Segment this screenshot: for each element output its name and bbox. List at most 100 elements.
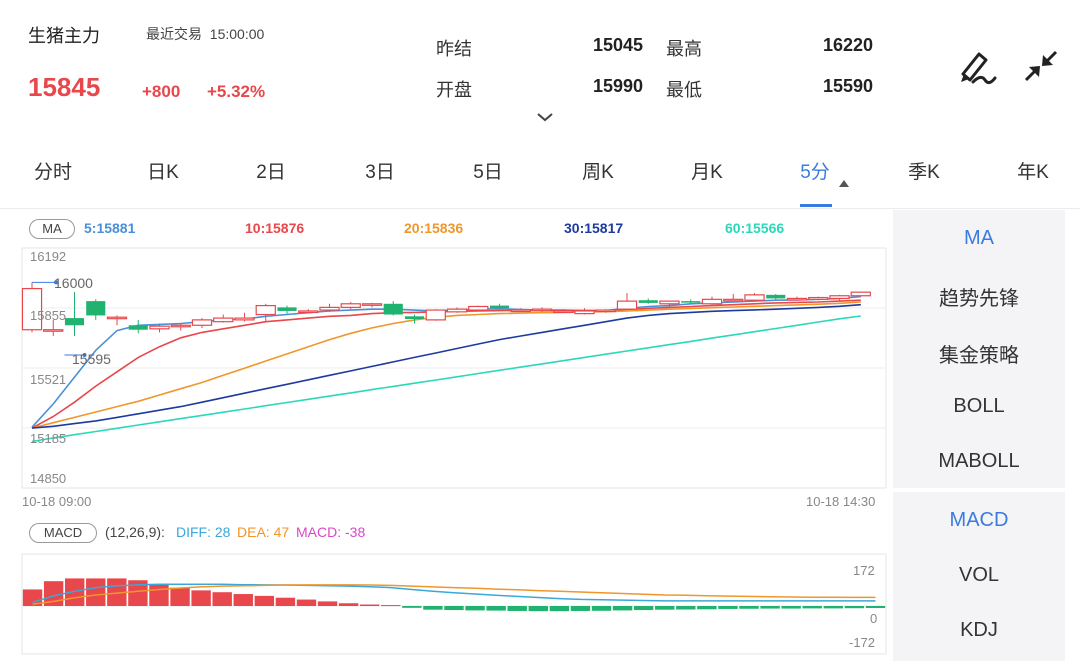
candle-body-up bbox=[723, 298, 744, 302]
macd-bar-positive bbox=[296, 599, 317, 606]
y-tick-15521: 15521 bbox=[30, 372, 67, 387]
kline-chart[interactable] bbox=[0, 240, 892, 515]
ma20-value: 20:15836 bbox=[404, 220, 464, 236]
candle-body-up bbox=[446, 308, 468, 313]
low-mark-label: 15595 bbox=[72, 351, 111, 367]
candle-body-down bbox=[277, 307, 297, 311]
candle-body-up bbox=[361, 303, 383, 306]
candle-body-up bbox=[701, 298, 723, 305]
tab-3day[interactable]: 3日 bbox=[330, 158, 430, 192]
candle-body-up bbox=[319, 306, 340, 311]
candle-body-up bbox=[43, 329, 64, 332]
candle-body-up bbox=[468, 305, 489, 311]
high-mark-label: 16000 bbox=[54, 275, 93, 291]
side-item-fund-strategy[interactable]: 集金策略 bbox=[893, 339, 1065, 368]
recent-trade-label: 最近交易 15:00:00 bbox=[146, 24, 264, 44]
ma-line-ma20 bbox=[31, 301, 861, 429]
tab-5min[interactable]: 5分 bbox=[765, 158, 865, 192]
macd-bar-negative bbox=[739, 606, 759, 609]
prev-settle-value: 15045 bbox=[592, 35, 643, 55]
macd-bar-negative bbox=[718, 606, 738, 609]
macd-indicator-pill[interactable]: MACD bbox=[29, 523, 97, 543]
y-tick-14850: 14850 bbox=[30, 471, 67, 486]
macd-bar-positive bbox=[275, 597, 296, 606]
tab-day-k[interactable]: 日K bbox=[113, 158, 213, 192]
side-item-boll[interactable]: BOLL bbox=[893, 395, 1065, 418]
macd-tick-neg172: -172 bbox=[849, 635, 876, 650]
candle-body-up bbox=[234, 317, 255, 321]
macd-bar-positive bbox=[191, 590, 211, 606]
low-value: 15590 bbox=[822, 76, 873, 96]
side-item-trend-pioneer[interactable]: 趋势先锋 bbox=[893, 282, 1065, 311]
last-price: 15845 bbox=[28, 72, 101, 102]
candle-body-down bbox=[638, 300, 658, 303]
candle-body-down bbox=[64, 318, 85, 326]
ma-line-ma60 bbox=[31, 315, 861, 443]
tab-fenshi[interactable]: 分时 bbox=[3, 158, 103, 192]
y-tick-15185: 15185 bbox=[30, 431, 67, 446]
price-change-pct: +5.32% bbox=[207, 82, 266, 101]
tab-5day[interactable]: 5日 bbox=[438, 158, 538, 192]
macd-bar-negative bbox=[549, 606, 570, 612]
macd-bar-positive bbox=[86, 578, 106, 606]
candle-body-up bbox=[510, 309, 531, 313]
candle-body-up bbox=[574, 310, 595, 315]
candle-body-down bbox=[489, 305, 510, 309]
candle-body-up bbox=[616, 300, 638, 310]
ma-line-ma30 bbox=[31, 303, 861, 429]
ma30-value: 30:15817 bbox=[564, 220, 624, 236]
high-value: 16220 bbox=[822, 35, 873, 55]
y-tick-16192: 16192 bbox=[30, 249, 67, 264]
collapse-arrows-icon[interactable] bbox=[1020, 46, 1062, 86]
ma60-value: 60:15566 bbox=[725, 220, 785, 236]
y-tick-15855: 15855 bbox=[30, 308, 67, 323]
low-label: 最低 bbox=[666, 80, 702, 100]
macd-chart[interactable] bbox=[0, 548, 892, 658]
x-end-label: 10-18 14:30 bbox=[806, 494, 876, 509]
tab-2day[interactable]: 2日 bbox=[221, 158, 321, 192]
macd-bar-positive bbox=[170, 587, 190, 606]
high-label: 最高 bbox=[666, 39, 702, 59]
candle-body-up bbox=[850, 291, 871, 297]
prev-settle-label: 昨结 bbox=[436, 39, 472, 59]
macd-bar-negative bbox=[591, 606, 612, 611]
macd-bar-positive bbox=[233, 594, 253, 606]
ma5-value: 5:15881 bbox=[84, 220, 136, 236]
macd-bar-positive bbox=[254, 595, 275, 606]
side-item-kdj[interactable]: KDJ bbox=[893, 619, 1065, 642]
macd-bar-negative bbox=[486, 606, 506, 611]
macd-bar-negative bbox=[802, 606, 822, 609]
macd-bar-negative bbox=[507, 606, 527, 611]
candle-body-up bbox=[191, 319, 213, 326]
x-start-label: 10-18 09:00 bbox=[22, 494, 92, 509]
tabs-divider bbox=[0, 208, 1080, 209]
tab-year-k[interactable]: 年K bbox=[983, 158, 1080, 192]
macd-params: (12,26,9): bbox=[105, 524, 165, 540]
candle-body-up bbox=[744, 294, 765, 301]
macd-bar-negative bbox=[444, 606, 464, 611]
side-item-vol[interactable]: VOL bbox=[893, 564, 1065, 587]
macd-bar-negative bbox=[697, 606, 717, 610]
macd-bar-negative bbox=[823, 606, 844, 609]
diff-value: DIFF: 28 bbox=[176, 524, 231, 540]
side-item-ma[interactable]: MA bbox=[893, 227, 1065, 250]
tab-month-k[interactable]: 月K bbox=[657, 158, 757, 192]
macd-bar-negative bbox=[844, 606, 865, 609]
tab-week-k[interactable]: 周K bbox=[548, 158, 648, 192]
side-item-maboll[interactable]: MABOLL bbox=[893, 450, 1065, 473]
open-label: 开盘 bbox=[436, 80, 472, 100]
side-item-macd[interactable]: MACD bbox=[893, 509, 1065, 532]
macd-value: MACD: -38 bbox=[296, 524, 366, 540]
draw-pen-icon[interactable] bbox=[955, 46, 997, 86]
expand-chevron-icon[interactable] bbox=[535, 110, 555, 124]
tab-season-k[interactable]: 季K bbox=[874, 158, 974, 192]
ma-indicator-pill[interactable]: MA bbox=[29, 219, 75, 239]
contract-name: 生猪主力 bbox=[28, 26, 100, 46]
candle-body-up bbox=[170, 324, 191, 328]
dea-value: DEA: 47 bbox=[237, 524, 290, 540]
macd-bar-negative bbox=[655, 606, 675, 610]
candle-body-up bbox=[213, 317, 234, 323]
candle-body-up bbox=[106, 316, 128, 320]
candle-body-up bbox=[595, 309, 616, 313]
period-dropdown-icon[interactable] bbox=[839, 180, 849, 187]
